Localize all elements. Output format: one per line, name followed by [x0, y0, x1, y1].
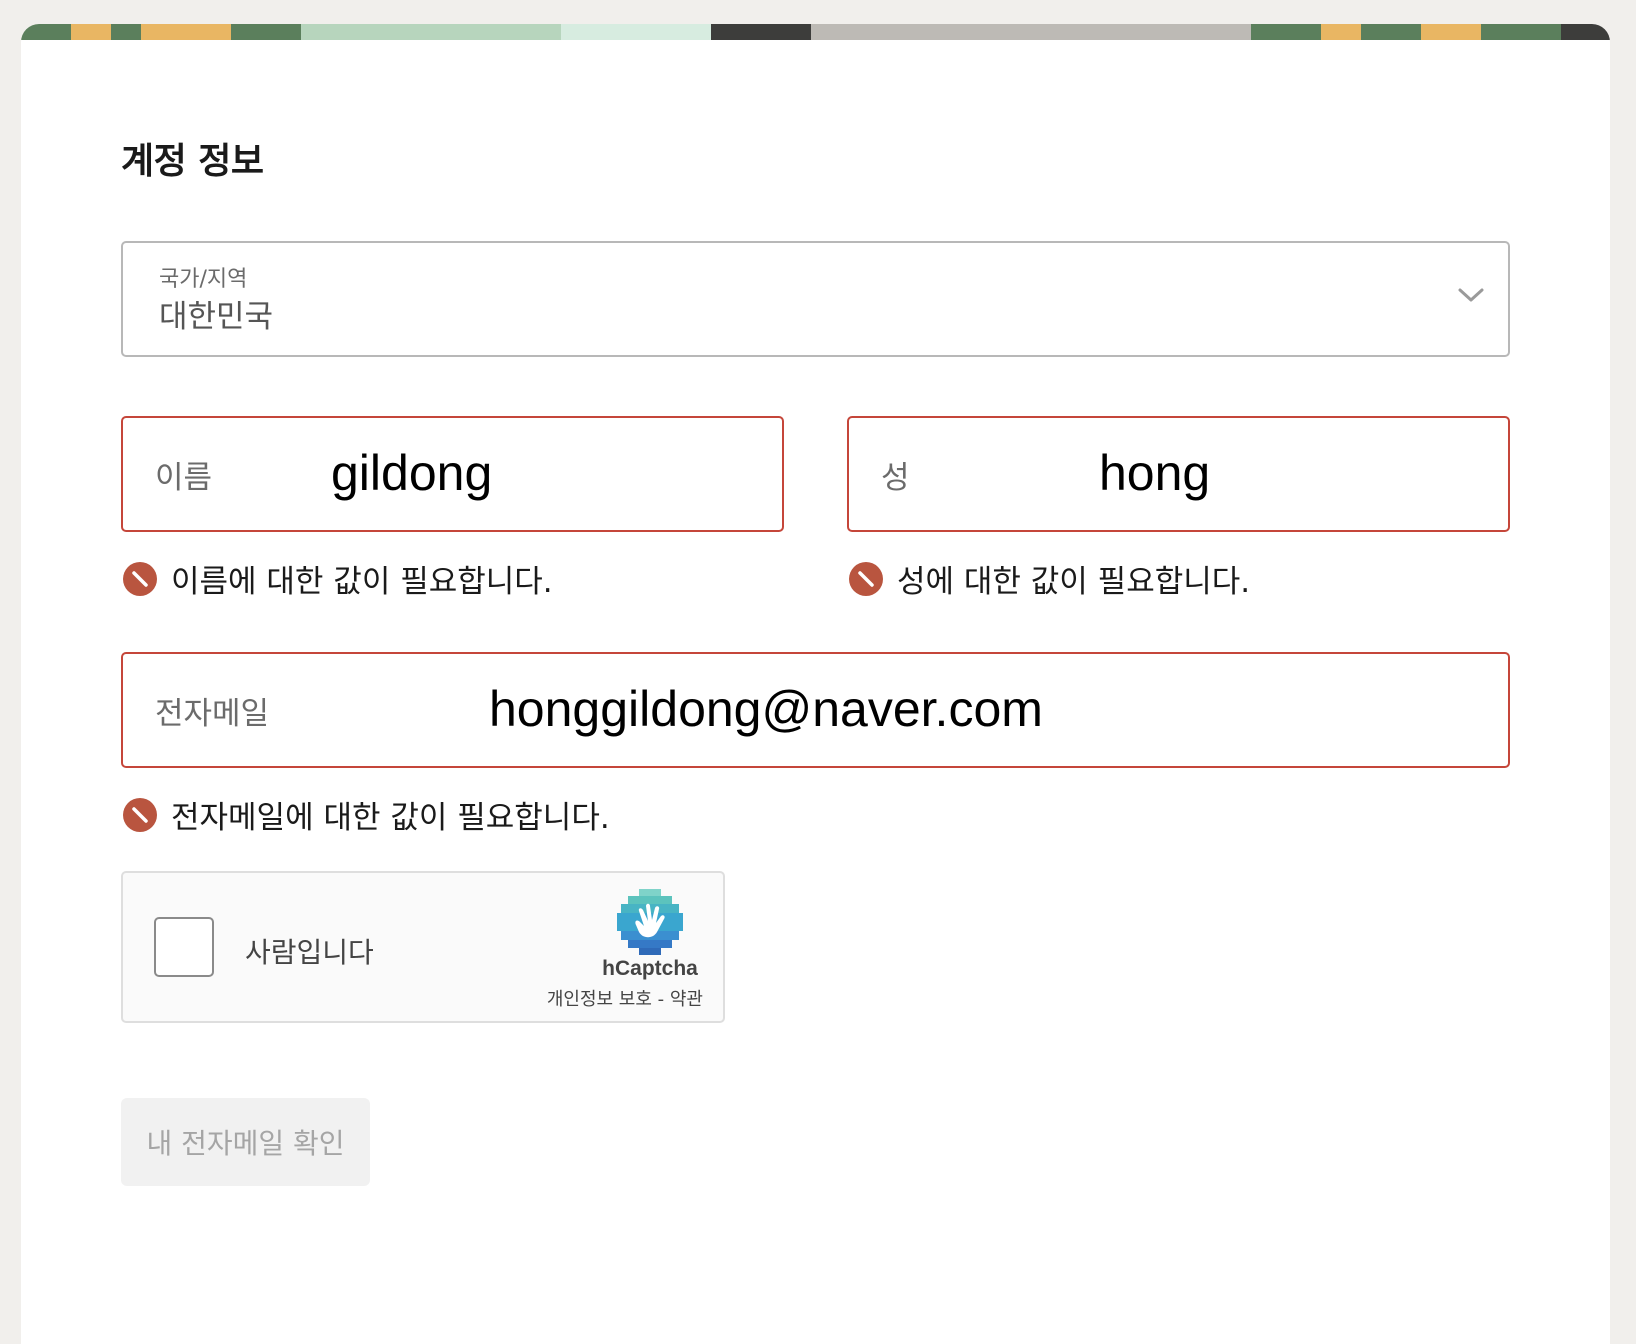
page-title: 계정 정보 [121, 141, 264, 182]
hcaptcha-brand: hCaptcha [602, 957, 698, 980]
hcaptcha-links: 개인정보 보호 - 약관 [547, 985, 703, 1011]
hcaptcha-widget: 사람입니다 hCaptcha 개인정보 보호 - 약관 [121, 871, 725, 1023]
last-name-field[interactable]: 성 hong [847, 416, 1510, 532]
decorative-banner [21, 24, 1610, 40]
email-value: honggildong@naver.com [489, 681, 1043, 737]
first-name-error: 이름에 대한 값이 필요합니다. [123, 556, 553, 601]
email-label: 전자메일 [155, 696, 270, 732]
account-card: 계정 정보 국가/지역 대한민국 이름 gildong 이름에 대한 값이 필요… [21, 24, 1610, 1344]
last-name-label: 성 [881, 460, 910, 496]
no-entry-icon [849, 561, 883, 596]
link-separator: - [651, 989, 670, 1010]
no-entry-icon [123, 561, 157, 596]
country-value: 대한민국 [159, 299, 274, 335]
terms-link[interactable]: 약관 [670, 989, 703, 1010]
privacy-link[interactable]: 개인정보 보호 [547, 989, 652, 1010]
first-name-error-text: 이름에 대한 값이 필요합니다. [171, 564, 553, 600]
captcha-checkbox-label: 사람입니다 [245, 936, 374, 969]
email-field[interactable]: 전자메일 honggildong@naver.com [121, 652, 1510, 768]
first-name-value: gildong [331, 445, 493, 501]
last-name-error: 성에 대한 값이 필요합니다. [849, 556, 1250, 601]
email-error-text: 전자메일에 대한 값이 필요합니다. [171, 800, 610, 836]
captcha-checkbox[interactable] [154, 917, 214, 977]
email-error: 전자메일에 대한 값이 필요합니다. [123, 792, 610, 837]
verify-email-button[interactable]: 내 전자메일 확인 [121, 1098, 370, 1186]
no-entry-icon [123, 797, 157, 832]
chevron-down-icon [1458, 288, 1484, 302]
last-name-error-text: 성에 대한 값이 필요합니다. [897, 564, 1251, 600]
country-label: 국가/지역 [159, 267, 248, 292]
last-name-value: hong [1099, 445, 1211, 501]
hcaptcha-hand-icon [617, 889, 683, 955]
first-name-field[interactable]: 이름 gildong [121, 416, 784, 532]
country-select[interactable]: 국가/지역 대한민국 [121, 241, 1510, 357]
first-name-label: 이름 [155, 460, 213, 496]
